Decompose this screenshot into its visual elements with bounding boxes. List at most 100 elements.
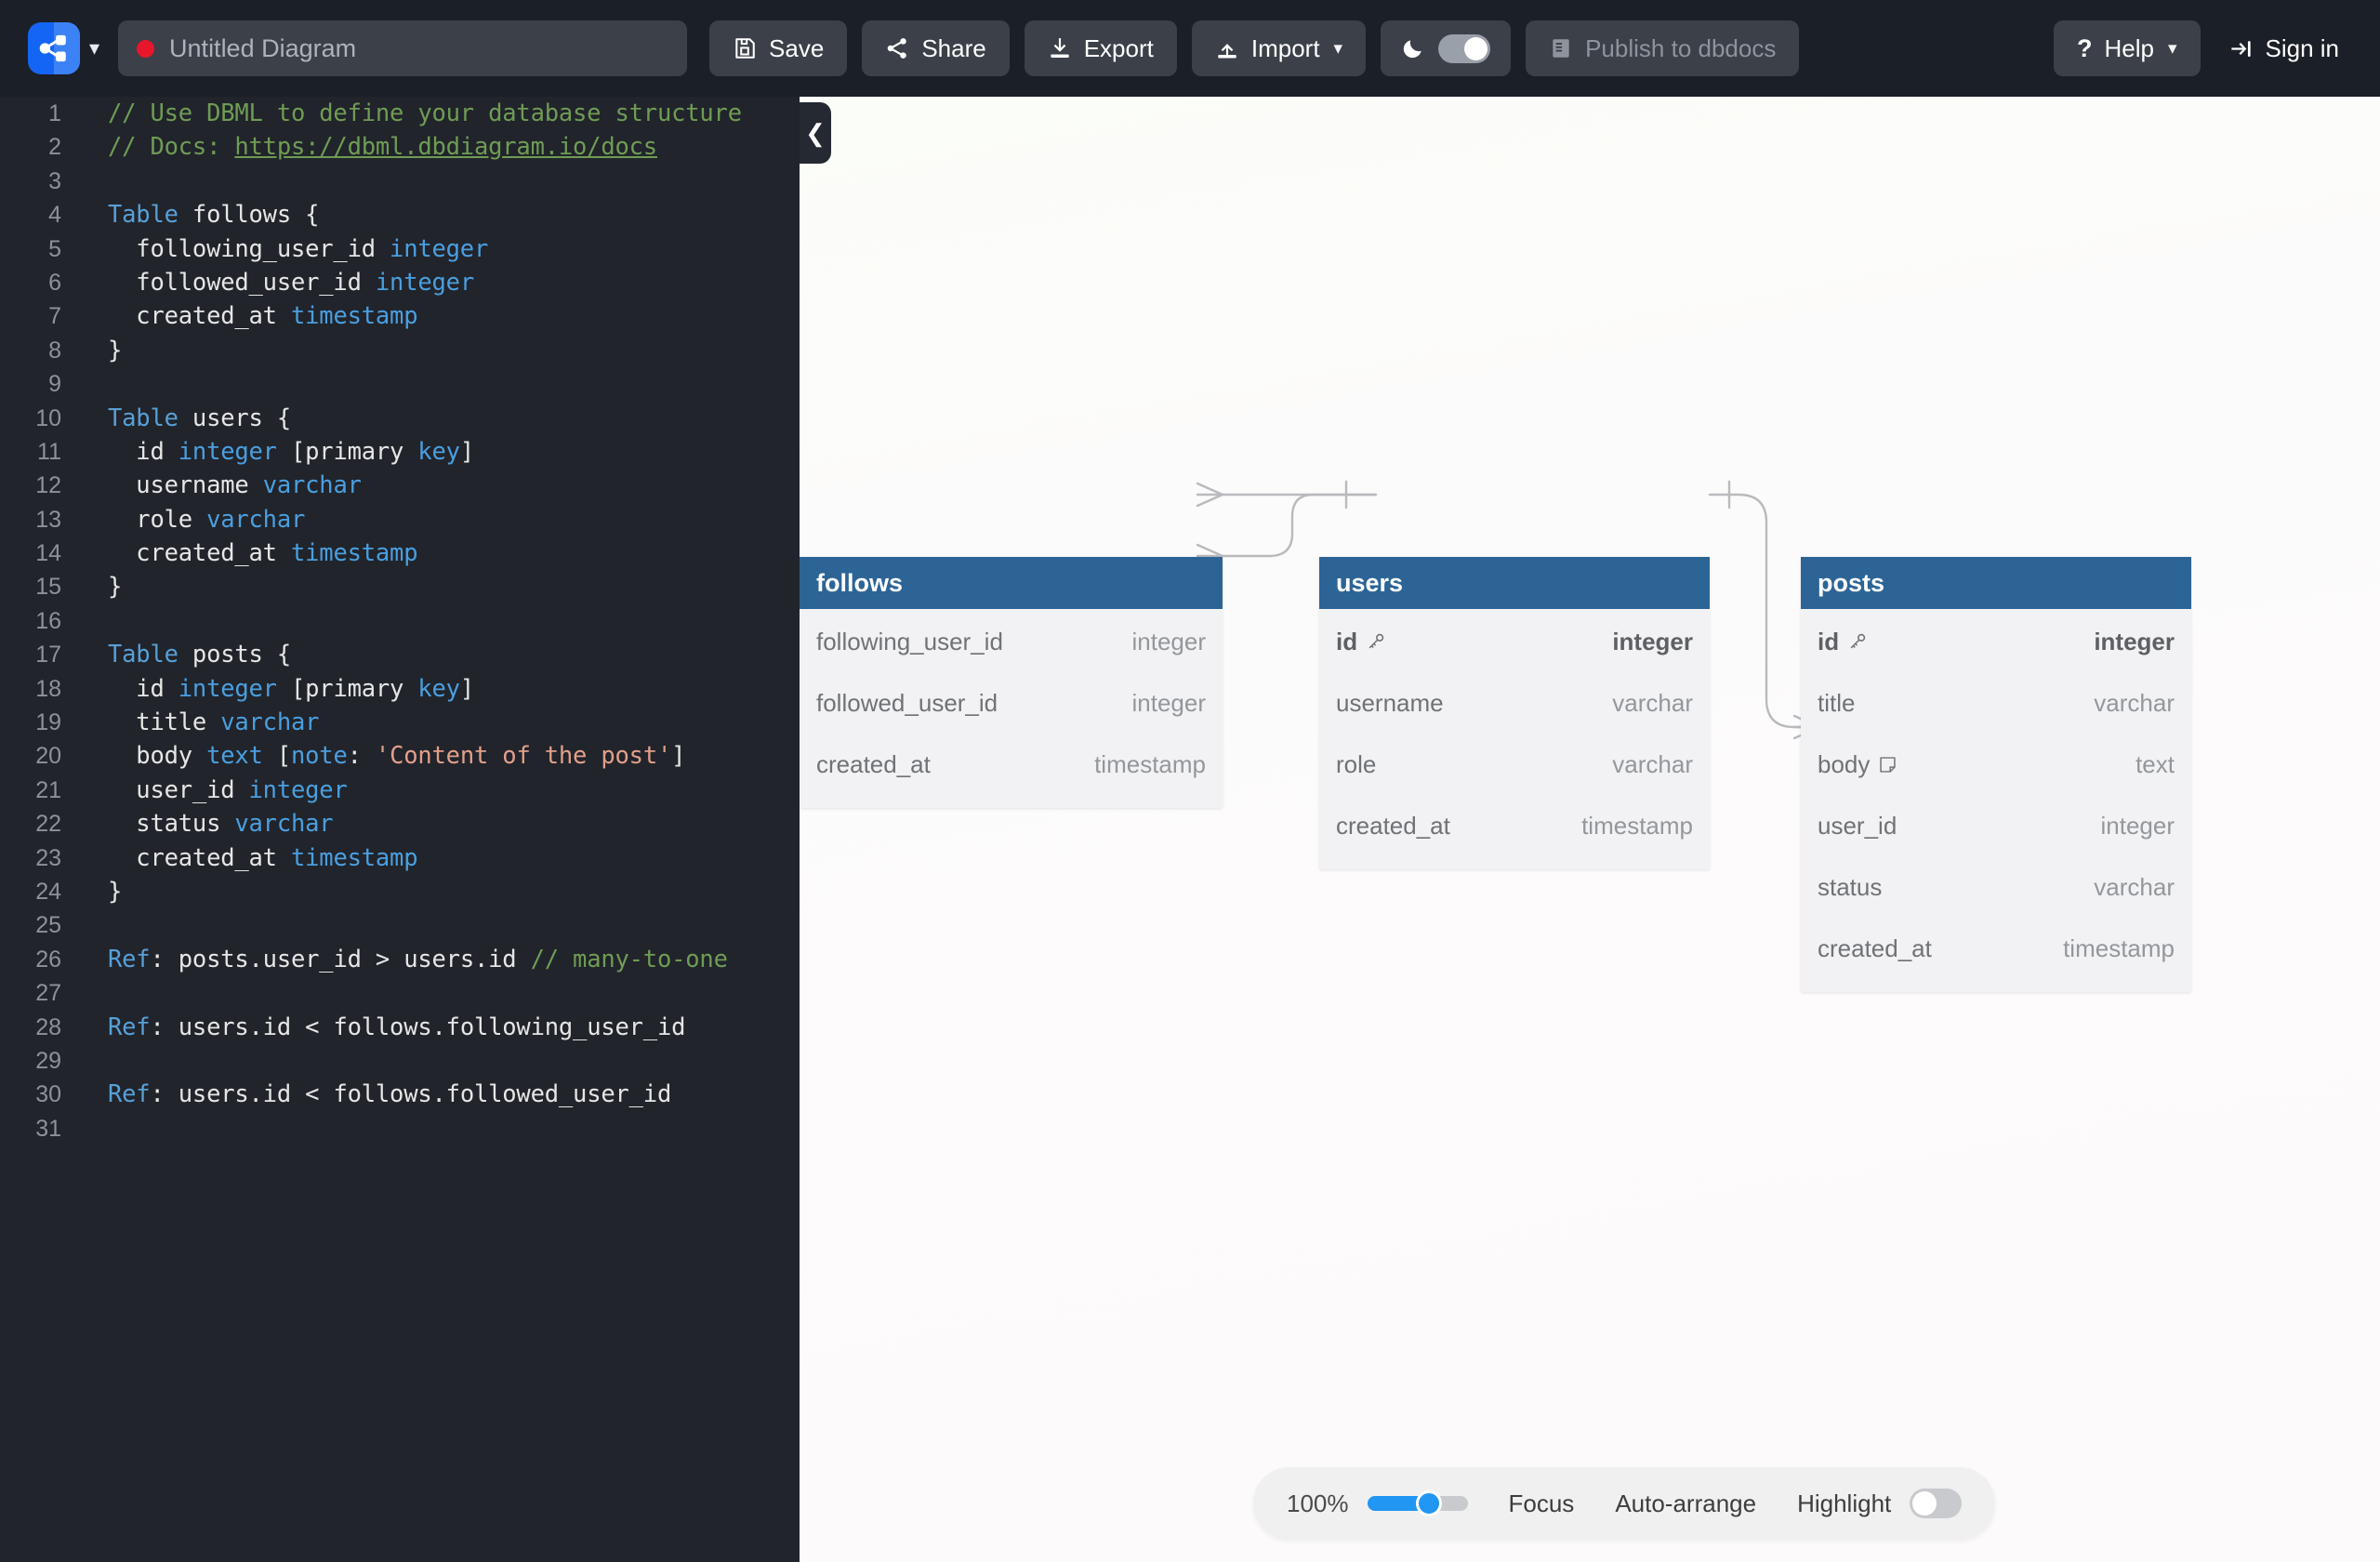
dark-mode-switch[interactable] [1438, 33, 1491, 63]
code-line[interactable]: 30 Ref: users.id < follows.followed_user_… [0, 1078, 800, 1111]
er-field-row[interactable]: created_at timestamp [800, 734, 1223, 795]
er-field-row[interactable]: title varchar [1801, 672, 2191, 734]
er-field-row[interactable]: followed_user_id integer [800, 672, 1223, 734]
code-line[interactable]: 22 status varchar [0, 807, 800, 841]
token-plain: } [108, 573, 123, 602]
code-line[interactable]: 12 username varchar [0, 469, 800, 502]
code-lines-container[interactable]: 1 // Use DBML to define your database str… [0, 97, 800, 1145]
code-line[interactable]: 23 created_at timestamp [0, 841, 800, 875]
token-type: varchar [220, 708, 320, 737]
share-label: Share [921, 33, 986, 62]
er-table[interactable]: follows following_user_id integer followed_… [800, 557, 1223, 808]
code-line[interactable]: 31 [0, 1112, 800, 1145]
er-field-row[interactable]: status varchar [1801, 856, 2191, 918]
help-button[interactable]: ? Help ▾ [2053, 20, 2201, 76]
export-label: Export [1083, 33, 1154, 62]
code-line[interactable]: 29 [0, 1044, 800, 1078]
er-field-row[interactable]: created_at timestamp [1319, 795, 1710, 856]
line-number: 25 [35, 912, 61, 939]
er-field-row[interactable]: id integer [1319, 611, 1710, 672]
code-line[interactable]: 14 created_at timestamp [0, 536, 800, 570]
token-link[interactable]: https://dbml.dbdiagram.io/docs [234, 133, 657, 161]
er-field-row[interactable]: user_id integer [1801, 795, 2191, 856]
code-line[interactable]: 1 // Use DBML to define your database str… [0, 97, 800, 130]
code-line[interactable]: 21 user_id integer [0, 774, 800, 807]
er-field-type: integer [2100, 811, 2175, 840]
save-button[interactable]: Save [709, 20, 848, 76]
share-button[interactable]: Share [862, 20, 1010, 76]
code-line[interactable]: 19 title varchar [0, 706, 800, 739]
code-line[interactable]: 20 body text [note: 'Content of the post… [0, 739, 800, 773]
diagram-canvas[interactable]: follows following_user_id integer followed_… [800, 97, 2380, 1562]
code-line[interactable]: 2 // Docs: https://dbml.dbdiagram.io/docs [0, 130, 800, 164]
logo-menu[interactable]: ▾ [28, 22, 99, 74]
code-line[interactable]: 9 [0, 367, 800, 401]
er-field-row[interactable]: username varchar [1319, 672, 1710, 734]
code-line[interactable]: 15} [0, 570, 800, 603]
er-field-row[interactable]: created_at timestamp [1801, 918, 2191, 979]
auto-arrange-button[interactable]: Auto-arrange [1615, 1489, 1756, 1518]
diagram-title-field[interactable]: Untitled Diagram [118, 20, 688, 76]
save-label: Save [769, 33, 825, 62]
token-type: integer [375, 268, 474, 297]
export-button[interactable]: Export [1024, 20, 1177, 76]
code-line[interactable]: 27 [0, 976, 800, 1010]
er-table-header[interactable]: users [1319, 557, 1710, 609]
er-field-type: integer [1131, 688, 1207, 717]
er-table[interactable]: posts id integer title varchar body text user_i… [1801, 557, 2191, 992]
chevron-down-icon[interactable]: ▾ [89, 38, 99, 59]
code-line[interactable]: 26 Ref: posts.user_id > users.id // many-… [0, 943, 800, 976]
dark-mode-toggle[interactable] [1381, 20, 1512, 76]
code-text: Ref: users.id < follows.followed_user_id [76, 1078, 671, 1111]
line-number: 2 [48, 134, 61, 161]
import-button[interactable]: Import ▾ [1191, 20, 1367, 76]
app-logo[interactable] [28, 22, 80, 74]
code-line[interactable]: 28 Ref: users.id < follows.following_user… [0, 1011, 800, 1044]
publish-to-dbdocs-button[interactable]: Publish to dbdocs [1526, 20, 1800, 76]
token-comment: // Use DBML to define your database stru… [108, 99, 742, 127]
er-field-type: integer [2094, 627, 2175, 655]
code-line[interactable]: 6 followed_user_id integer [0, 266, 800, 299]
dbml-code-editor[interactable]: 1 // Use DBML to define your database str… [0, 97, 800, 1562]
code-line[interactable]: 5 following_user_id integer [0, 232, 800, 266]
code-line[interactable]: 13 role varchar [0, 503, 800, 536]
code-line[interactable]: 16 [0, 604, 800, 638]
highlight-toggle[interactable] [1910, 1489, 1963, 1518]
code-line[interactable]: 7 created_at timestamp [0, 299, 800, 333]
zoom-slider[interactable] [1367, 1490, 1468, 1516]
er-field-type: text [2135, 749, 2175, 778]
token-type: varchar [262, 471, 362, 500]
er-field-row[interactable]: body text [1801, 734, 2191, 795]
line-number: 26 [35, 946, 61, 973]
code-line[interactable]: 11 id integer [primary key] [0, 435, 800, 469]
token-plain: username [108, 471, 263, 500]
er-table-header[interactable]: follows [800, 557, 1223, 609]
code-line[interactable]: 10 Table users { [0, 402, 800, 435]
zoom-slider-thumb[interactable] [1416, 1490, 1443, 1516]
er-table-header[interactable]: posts [1801, 557, 2191, 609]
code-line[interactable]: 4 Table follows { [0, 198, 800, 232]
code-text: Table users { [76, 402, 291, 435]
import-upload-icon [1215, 36, 1239, 60]
code-line[interactable]: 3 [0, 165, 800, 198]
er-table[interactable]: users id integer username varchar role varchar… [1319, 557, 1710, 869]
er-field-row[interactable]: role varchar [1319, 734, 1710, 795]
code-line[interactable]: 25 [0, 908, 800, 942]
code-line[interactable]: 24} [0, 875, 800, 908]
er-field-row[interactable]: following_user_id integer [800, 611, 1223, 672]
code-line[interactable]: 18 id integer [primary key] [0, 672, 800, 706]
code-line[interactable]: 8} [0, 334, 800, 367]
code-line[interactable]: 17 Table posts { [0, 638, 800, 671]
note-icon[interactable] [1878, 755, 1897, 774]
code-text: Ref: posts.user_id > users.id // many-to… [76, 943, 728, 976]
collapse-editor-handle[interactable]: ❮ [800, 102, 831, 164]
er-field-name: created_at [816, 749, 931, 778]
er-field-row[interactable]: id integer [1801, 611, 2191, 672]
sign-in-button[interactable]: Sign in [2215, 20, 2353, 76]
code-text: Table follows { [76, 198, 319, 232]
line-number: 1 [48, 100, 61, 126]
focus-button[interactable]: Focus [1509, 1489, 1575, 1518]
line-number: 12 [35, 472, 61, 499]
export-download-icon [1048, 36, 1072, 60]
line-number: 13 [35, 506, 61, 533]
